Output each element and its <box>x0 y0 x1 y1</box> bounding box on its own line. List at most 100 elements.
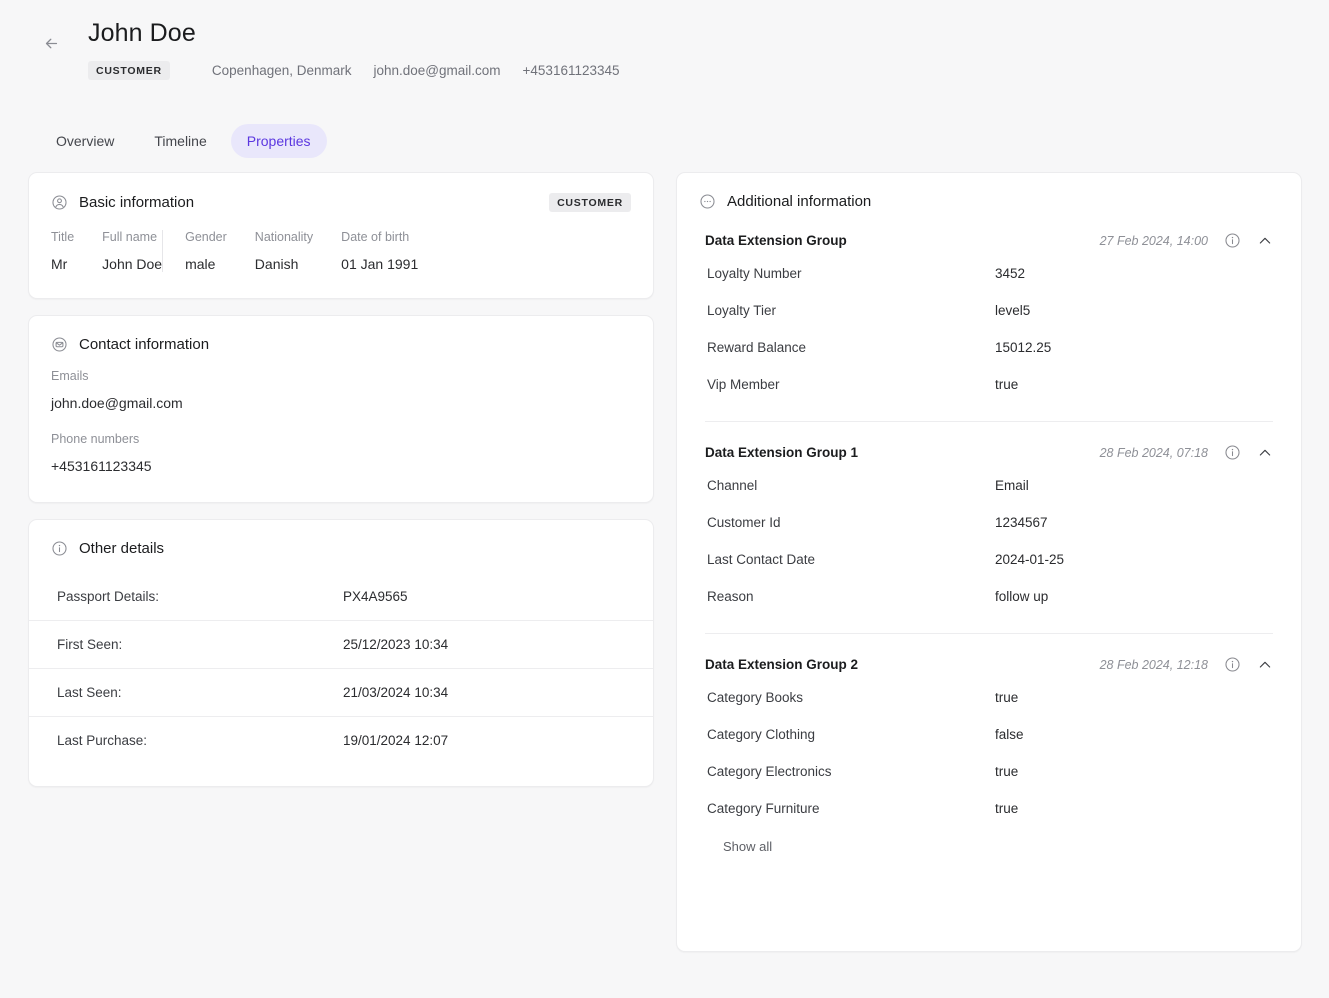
contact-information-body: Emails john.doe@gmail.com Phone numbers … <box>29 353 653 502</box>
group-date: 28 Feb 2024, 12:18 <box>1099 657 1208 672</box>
property-value: level5 <box>995 303 1031 318</box>
property-value: true <box>995 377 1019 392</box>
contact-information-header: Contact information <box>29 316 653 353</box>
group-header-actions: 28 Feb 2024, 07:18 <box>1100 444 1273 461</box>
property-key: Channel <box>707 478 758 493</box>
row-value: 21/03/2024 10:34 <box>343 685 449 700</box>
basic-information-body: Title Mr Full name John Doe Gender male <box>29 212 653 298</box>
table-row: First Seen: 25/12/2023 10:34 <box>29 621 653 669</box>
field-full-name-label: Full name <box>102 230 158 244</box>
table-row: Last Seen: 21/03/2024 10:34 <box>29 669 653 717</box>
envelope-circle-icon <box>52 337 67 352</box>
additional-information-card: Additional information Data Extension Gr… <box>676 172 1302 952</box>
emails-label: Emails <box>51 369 89 383</box>
left-column: Basic information CUSTOMER Title Mr Full… <box>28 172 654 952</box>
group-header[interactable]: Data Extension Group 27 Feb 2024, 14:00 <box>705 210 1273 255</box>
group-header[interactable]: Data Extension Group 1 28 Feb 2024, 07:1… <box>705 422 1273 467</box>
field-title-label: Title <box>51 230 75 244</box>
field-full-name-value: John Doe <box>102 256 163 272</box>
data-extension-group: Data Extension Group 2 28 Feb 2024, 12:1… <box>677 634 1301 858</box>
other-details-title: Other details <box>79 540 165 557</box>
basic-information-badge: CUSTOMER <box>549 193 631 212</box>
page-header: John Doe CUSTOMER Copenhagen, Denmark jo… <box>0 0 1329 80</box>
property-value: follow up <box>995 589 1049 604</box>
contact-information-card: Contact information Emails john.doe@gmai… <box>28 315 654 503</box>
info-circle-icon[interactable] <box>1224 232 1241 249</box>
basic-information-title: Basic information <box>79 194 195 211</box>
header-location: Copenhagen, Denmark <box>211 63 352 78</box>
header-phone[interactable]: +453161123345 <box>523 63 620 78</box>
group-name: Data Extension Group 2 <box>705 657 859 672</box>
other-details-body: Passport Details: PX4A9565 First Seen: 2… <box>29 557 653 786</box>
field-title-value: Mr <box>51 256 68 272</box>
info-circle-icon[interactable] <box>1224 444 1241 461</box>
emails-value[interactable]: john.doe@gmail.com <box>51 395 631 411</box>
property-value: 3452 <box>995 266 1026 281</box>
basic-fields-divider <box>162 230 164 272</box>
property-key: Loyalty Number <box>707 266 802 281</box>
property-row: Loyalty Tier level5 <box>705 292 1273 329</box>
back-button[interactable] <box>38 30 64 56</box>
tab-properties[interactable]: Properties <box>230 124 327 158</box>
property-value: 15012.25 <box>995 340 1052 355</box>
other-details-card: Other details Passport Details: PX4A9565… <box>28 519 654 787</box>
property-value: Email <box>995 478 1029 493</box>
property-value: true <box>995 801 1019 816</box>
info-circle-icon[interactable] <box>1224 656 1241 673</box>
phones-value[interactable]: +453161123345 <box>51 458 631 474</box>
contact-spacer <box>51 411 631 432</box>
group-header-actions: 27 Feb 2024, 14:00 <box>1100 232 1273 249</box>
group-header[interactable]: Data Extension Group 2 28 Feb 2024, 12:1… <box>705 634 1273 679</box>
row-value: 19/01/2024 12:07 <box>343 733 449 748</box>
contact-information-title-group: Contact information <box>51 336 209 353</box>
property-row: Category Electronics true <box>705 753 1273 790</box>
property-row: Customer Id 1234567 <box>705 504 1273 541</box>
field-title: Title Mr <box>51 230 74 272</box>
property-row: Category Clothing false <box>705 716 1273 753</box>
field-nationality-value: Danish <box>254 256 299 272</box>
customer-properties-page: John Doe CUSTOMER Copenhagen, Denmark jo… <box>0 0 1329 998</box>
row-value: 25/12/2023 10:34 <box>343 637 449 652</box>
property-key: Reason <box>707 589 754 604</box>
tab-bar: Overview Timeline Properties <box>40 124 327 158</box>
property-key: Loyalty Tier <box>707 303 777 318</box>
header-email[interactable]: john.doe@gmail.com <box>374 63 501 78</box>
chevron-up-icon[interactable] <box>1257 445 1273 461</box>
show-all-button[interactable]: Show all <box>705 827 772 858</box>
basic-information-title-group: Basic information <box>51 194 194 211</box>
property-row: Vip Member true <box>705 366 1273 403</box>
field-full-name: Full name John Doe <box>102 230 162 272</box>
field-nationality-label: Nationality <box>254 230 314 244</box>
property-key: Category Clothing <box>707 727 816 742</box>
property-key: Category Books <box>707 690 804 705</box>
chevron-up-icon[interactable] <box>1257 233 1273 249</box>
property-key: Customer Id <box>707 515 781 530</box>
tab-overview[interactable]: Overview <box>40 124 130 158</box>
additional-information-title: Additional information <box>727 193 872 210</box>
basic-fields-left: Title Mr Full name John Doe <box>51 230 162 272</box>
table-row: Last Purchase: 19/01/2024 12:07 <box>29 717 653 764</box>
tab-timeline[interactable]: Timeline <box>138 124 222 158</box>
group-name: Data Extension Group <box>705 233 847 248</box>
property-row: Category Furniture true <box>705 790 1273 827</box>
field-date-of-birth-label: Date of birth <box>341 230 410 244</box>
property-row: Loyalty Number 3452 <box>705 255 1273 292</box>
additional-information-title-group: Additional information <box>699 193 871 210</box>
chevron-up-icon[interactable] <box>1257 657 1273 673</box>
field-gender: Gender male <box>185 230 227 272</box>
content-columns: Basic information CUSTOMER Title Mr Full… <box>28 172 1302 952</box>
info-circle-icon <box>52 541 67 556</box>
property-value: false <box>995 727 1024 742</box>
header-meta-row: CUSTOMER Copenhagen, Denmark john.doe@gm… <box>88 61 1299 80</box>
field-date-of-birth-value: 01 Jan 1991 <box>341 256 419 272</box>
row-value: PX4A9565 <box>343 589 408 604</box>
other-details-header: Other details <box>29 520 653 557</box>
table-row: Passport Details: PX4A9565 <box>29 573 653 621</box>
field-gender-value: male <box>185 256 216 272</box>
property-value: true <box>995 690 1019 705</box>
property-key: Category Electronics <box>707 764 832 779</box>
data-extension-group: Data Extension Group 27 Feb 2024, 14:00 <box>677 210 1301 422</box>
right-column: Additional information Data Extension Gr… <box>676 172 1302 952</box>
property-value: true <box>995 764 1019 779</box>
page-title: John Doe <box>88 19 196 47</box>
